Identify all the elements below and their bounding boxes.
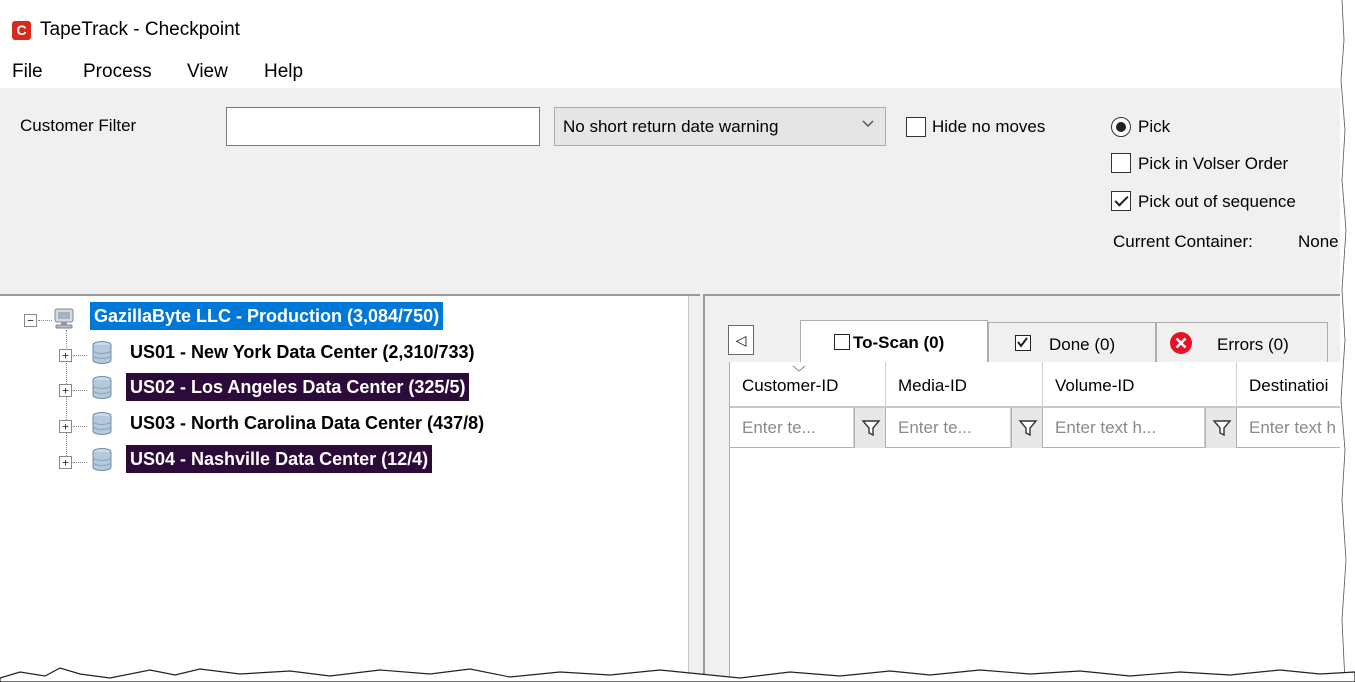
column-header-label: Destinatioi [1249, 376, 1329, 395]
tab-done-label: Done (0) [1049, 335, 1116, 354]
filter-input-customer-id[interactable]: Enter te... [730, 408, 854, 448]
column-header-label: Volume-ID [1055, 376, 1135, 395]
title-bar: C TapeTrack - Checkpoint [0, 0, 1355, 58]
pick-sequence-label: Pick out of sequence [1138, 192, 1296, 211]
tree-node-us04[interactable]: US04 - Nashville Data Center (12/4) [126, 445, 433, 473]
tree-node-us03[interactable]: US03 - North Carolina Data Center (437/8… [126, 409, 488, 437]
database-icon [90, 447, 112, 471]
filter-placeholder: Enter te... [742, 418, 816, 437]
menu-help[interactable]: Help [264, 61, 303, 83]
expand-icon[interactable]: + [59, 420, 72, 433]
database-icon [90, 411, 112, 435]
customer-filter-input[interactable] [226, 107, 540, 146]
column-header-media-id[interactable]: Media-ID [886, 362, 1043, 406]
tab-scroll-left-button[interactable]: ◁ [728, 325, 754, 355]
hide-no-moves-label: Hide no moves [932, 117, 1046, 136]
tree-root-node[interactable]: GazillaByte LLC - Production (3,084/750) [90, 302, 444, 330]
database-icon [90, 375, 112, 399]
filter-input-media-id[interactable]: Enter te... [886, 408, 1011, 448]
menu-bar: File Process View Help [0, 58, 1355, 88]
tab-errors[interactable]: Errors (0) [1156, 322, 1328, 362]
customer-filter-label: Customer Filter [20, 116, 137, 135]
funnel-icon [1212, 420, 1232, 437]
column-header-label: Media-ID [898, 376, 967, 395]
column-header-label: Customer-ID [742, 376, 839, 395]
warning-select[interactable]: No short return date warning [554, 107, 886, 146]
tree-node-us02[interactable]: US02 - Los Angeles Data Center (325/5) [126, 373, 470, 401]
expand-icon[interactable]: + [59, 384, 72, 397]
tab-done[interactable]: Done (0) [988, 322, 1156, 362]
warning-select-value: No short return date warning [563, 117, 779, 136]
current-container-label: Current Container: [1113, 232, 1253, 251]
column-header-customer-id[interactable]: Customer-ID [730, 362, 886, 406]
torn-edge-right [1340, 0, 1355, 682]
server-icon [52, 307, 74, 329]
pick-radio[interactable] [1111, 117, 1131, 137]
error-icon [1169, 331, 1193, 360]
menu-view[interactable]: View [187, 61, 228, 83]
pick-volser-label: Pick in Volser Order [1138, 154, 1289, 173]
column-header-volume-id[interactable]: Volume-ID [1043, 362, 1237, 406]
menu-process[interactable]: Process [83, 61, 152, 83]
database-icon [90, 340, 112, 364]
checkbox-checked-icon [1015, 335, 1031, 351]
column-header-destination[interactable]: Destinatioi [1237, 362, 1355, 406]
hide-no-moves-checkbox[interactable] [906, 117, 926, 137]
filter-placeholder: Enter text h [1249, 418, 1336, 437]
window-title: TapeTrack - Checkpoint [40, 19, 240, 40]
funnel-icon [1018, 420, 1038, 437]
pick-volser-checkbox[interactable] [1111, 153, 1131, 173]
location-tree-pane: − GazillaByte LLC - Production (3,084/75… [0, 294, 700, 682]
filter-input-volume-id[interactable]: Enter text h... [1043, 408, 1205, 448]
tab-to-scan-label: To-Scan (0) [853, 333, 945, 352]
sort-chevron-icon [792, 362, 806, 376]
app-icon: C [12, 21, 31, 40]
scan-grid: Customer-ID Media-ID Volume-ID Destinati… [729, 362, 1355, 682]
filter-placeholder: Enter text h... [1055, 418, 1157, 437]
current-container-value: None [1298, 232, 1339, 251]
chevron-down-icon [861, 116, 875, 134]
app-window: C TapeTrack - Checkpoint File Process Vi… [0, 0, 1355, 682]
expand-icon[interactable]: + [59, 349, 72, 362]
splitter[interactable] [688, 296, 700, 682]
funnel-icon [861, 420, 881, 437]
filter-button[interactable] [1011, 408, 1043, 448]
checkbox-empty-icon [834, 334, 850, 350]
torn-edge-bottom [0, 660, 1355, 682]
pick-label: Pick [1138, 117, 1171, 136]
tree-node-us01[interactable]: US01 - New York Data Center (2,310/733) [126, 338, 479, 366]
menu-file[interactable]: File [12, 61, 43, 83]
pick-sequence-checkbox[interactable] [1111, 191, 1131, 211]
filter-input-destination[interactable]: Enter text h [1237, 408, 1355, 448]
filter-button[interactable] [854, 408, 886, 448]
filter-button[interactable] [1205, 408, 1237, 448]
expand-icon[interactable]: + [59, 456, 72, 469]
filter-placeholder: Enter te... [898, 418, 972, 437]
tab-errors-label: Errors (0) [1217, 335, 1289, 354]
collapse-icon[interactable]: − [24, 314, 37, 327]
tab-to-scan[interactable]: To-Scan (0) [800, 320, 988, 364]
filter-panel: Customer Filter No short return date war… [0, 88, 1355, 294]
